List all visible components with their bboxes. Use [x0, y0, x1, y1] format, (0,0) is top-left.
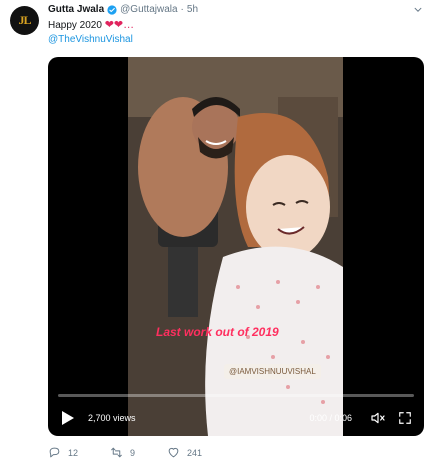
- video-player[interactable]: Last work out of 2019 @IAMVISHNUUVISHAL …: [48, 57, 424, 436]
- verified-badge-icon: [107, 4, 117, 15]
- video-mention-tag: @IAMVISHNUUVISHAL: [224, 364, 321, 379]
- tweet-actions: 12 9 241: [48, 446, 234, 459]
- chevron-down-icon[interactable]: [413, 5, 423, 15]
- author-name[interactable]: Gutta Jwala: [48, 4, 104, 15]
- tweet-body: Happy 2020: [48, 20, 102, 31]
- retweet-icon: [111, 447, 122, 458]
- heart-icon: [168, 447, 179, 458]
- separator-dot: ·: [180, 4, 184, 15]
- video-scene-image: [128, 57, 343, 436]
- video-caption-overlay: Last work out of 2019: [156, 325, 279, 339]
- video-progress-bar[interactable]: [58, 394, 414, 397]
- author-handle[interactable]: @Guttajwala: [120, 4, 177, 15]
- tweet-timestamp[interactable]: 5h: [187, 4, 198, 15]
- heart-emoji: ❤❤…: [104, 19, 135, 31]
- video-frame: Last work out of 2019 @IAMVISHNUUVISHAL: [128, 57, 343, 436]
- retweet-button[interactable]: 9: [110, 446, 135, 459]
- mute-icon[interactable]: [370, 410, 386, 426]
- tweet-text: Happy 2020 ❤❤…: [48, 19, 134, 32]
- retweet-count: 9: [130, 447, 136, 458]
- like-button[interactable]: 241: [167, 446, 202, 459]
- reply-icon: [49, 447, 60, 458]
- view-count: 2,700 views: [88, 413, 136, 423]
- reply-count: 12: [68, 447, 79, 458]
- avatar[interactable]: JL: [10, 6, 39, 35]
- play-icon[interactable]: [61, 410, 75, 426]
- reply-button[interactable]: 12: [48, 446, 78, 459]
- mention-link[interactable]: @TheVishnuVishal: [48, 34, 133, 45]
- fullscreen-icon[interactable]: [398, 411, 412, 425]
- tweet-header: Gutta Jwala @Guttajwala · 5h: [48, 4, 198, 15]
- video-timecode: 0:00 / 0:06: [309, 413, 352, 423]
- video-controls: 2,700 views 0:00 / 0:06: [48, 400, 424, 436]
- like-count: 241: [187, 447, 203, 458]
- avatar-initials: JL: [18, 13, 31, 27]
